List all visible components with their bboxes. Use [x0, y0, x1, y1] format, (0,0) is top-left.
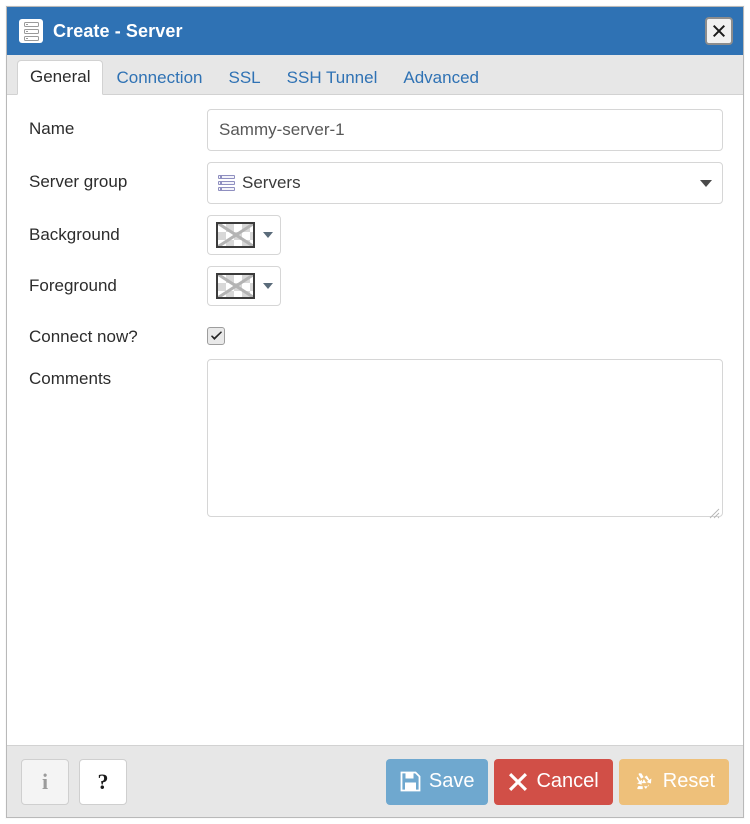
chevron-down-icon	[263, 283, 273, 289]
recycle-icon	[636, 772, 652, 789]
field-row-connect-now: Connect now?	[29, 317, 723, 348]
tab-connection[interactable]: Connection	[103, 61, 215, 95]
tab-advanced[interactable]: Advanced	[390, 61, 492, 95]
general-tab-panel: Name Server group Servers Background	[7, 95, 743, 745]
tab-ssl[interactable]: SSL	[216, 61, 274, 95]
save-button-label: Save	[428, 770, 475, 792]
cancel-button-label: Cancel	[536, 770, 599, 792]
help-button[interactable]: ?	[79, 758, 127, 805]
floppy-disk-icon	[400, 771, 421, 792]
server-group-icon	[218, 174, 235, 193]
tab-bar: General Connection SSL SSH Tunnel Advanc…	[7, 55, 743, 95]
background-color-picker[interactable]	[207, 215, 281, 255]
chevron-down-icon	[700, 179, 712, 187]
background-color-swatch	[216, 222, 255, 248]
name-input[interactable]	[207, 109, 723, 151]
dialog-titlebar: Create - Server	[7, 7, 743, 55]
checkmark-icon	[210, 330, 222, 340]
connect-now-label: Connect now?	[29, 327, 138, 346]
background-label: Background	[29, 225, 120, 244]
foreground-color-swatch	[216, 273, 255, 299]
field-row-background: Background	[29, 215, 723, 255]
name-label: Name	[29, 119, 75, 138]
tab-general[interactable]: General	[17, 60, 104, 95]
reset-button-label: Reset	[662, 770, 715, 792]
create-server-dialog: Create - Server General Connection SSL S…	[6, 6, 744, 818]
field-row-foreground: Foreground	[29, 266, 723, 306]
server-group-select[interactable]: Servers	[207, 162, 723, 204]
cancel-button[interactable]: Cancel	[494, 758, 613, 805]
field-row-comments: Comments	[29, 358, 723, 522]
dialog-footer: i ? Save Cancel Reset	[7, 745, 743, 817]
comments-label: Comments	[29, 368, 112, 388]
connect-now-checkbox[interactable]	[207, 327, 225, 345]
field-row-server-group: Server group Servers	[29, 162, 723, 204]
server-group-label: Server group	[29, 172, 128, 191]
server-group-value: Servers	[242, 173, 301, 192]
tab-ssh-tunnel[interactable]: SSH Tunnel	[274, 61, 391, 95]
foreground-color-picker[interactable]	[207, 266, 281, 306]
dialog-title: Create - Server	[53, 20, 183, 41]
info-icon: i	[41, 768, 49, 794]
help-icon: ?	[97, 768, 109, 794]
foreground-label: Foreground	[29, 276, 117, 295]
comments-textarea[interactable]	[207, 358, 723, 517]
field-row-name: Name	[29, 109, 723, 151]
x-icon	[509, 772, 528, 791]
reset-button[interactable]: Reset	[618, 758, 729, 805]
server-icon	[19, 19, 43, 43]
save-button[interactable]: Save	[385, 758, 489, 805]
info-button[interactable]: i	[21, 758, 69, 805]
chevron-down-icon	[263, 232, 273, 238]
close-icon	[713, 25, 725, 37]
close-button[interactable]	[705, 17, 733, 45]
